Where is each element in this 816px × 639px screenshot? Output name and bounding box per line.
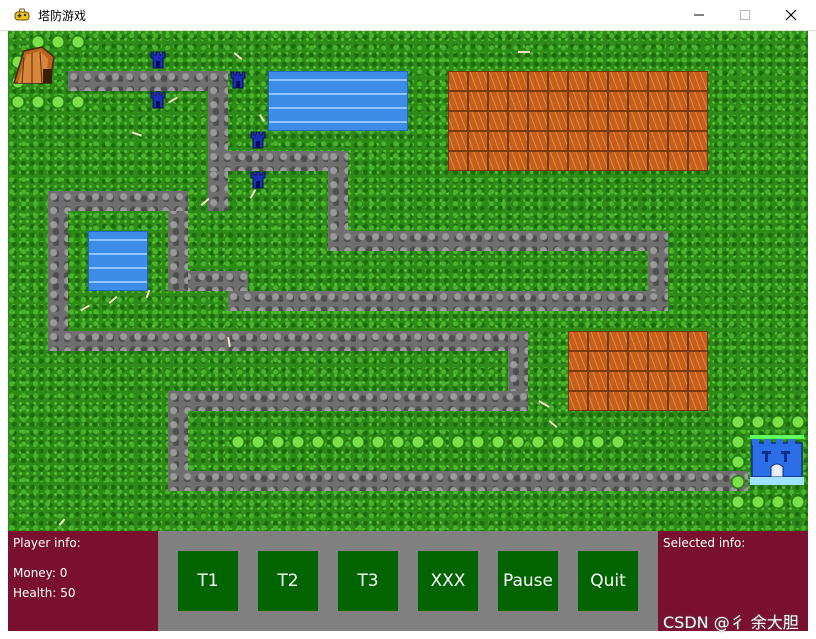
player-info-panel: Player info: Money: 0 Health: 50	[8, 531, 158, 631]
t1-button[interactable]: T1	[178, 551, 238, 611]
t2-button[interactable]: T2	[258, 551, 318, 611]
health-value: Health: 50	[13, 586, 76, 600]
arrow-projectile	[108, 296, 118, 304]
tower-icon[interactable]	[250, 171, 266, 189]
player-info-label: Player info:	[13, 536, 81, 550]
enemy-path	[48, 331, 528, 351]
arrow-projectile	[259, 114, 265, 122]
arrow-projectile	[80, 304, 90, 312]
enemy-path	[48, 191, 188, 211]
selected-info-label: Selected info:	[663, 536, 746, 550]
arrow-projectile	[538, 400, 550, 408]
quit-button[interactable]: Quit	[578, 551, 638, 611]
arrow-projectile	[233, 52, 243, 60]
water-pond	[268, 71, 408, 131]
minimize-button[interactable]	[676, 0, 722, 30]
window-title: 塔防游戏	[38, 9, 87, 23]
game-canvas[interactable]: Player info: Money: 0 Health: 50 T1 T2 T…	[8, 31, 808, 631]
water-pond	[88, 231, 148, 291]
close-icon	[785, 6, 797, 25]
enemy-path	[208, 151, 348, 171]
arrow-projectile	[548, 420, 558, 428]
pause-button[interactable]: Pause	[498, 551, 558, 611]
enemy-path	[48, 191, 68, 351]
enemy-path	[168, 471, 748, 491]
minimize-icon	[693, 6, 705, 25]
hedge-bushes	[228, 431, 628, 451]
tower-icon[interactable]	[150, 51, 166, 69]
hedge-bushes	[728, 491, 808, 511]
maximize-icon	[739, 6, 751, 25]
game-controller-icon	[14, 7, 30, 23]
home-castle-icon	[748, 433, 806, 489]
tower-button-bar: T1 T2 T3 XXX Pause Quit	[158, 531, 658, 631]
arrow-projectile	[145, 289, 151, 299]
arrow-projectile	[131, 131, 143, 137]
enemy-path	[168, 391, 528, 411]
game-map[interactable]	[8, 31, 808, 531]
arrow-projectile	[518, 51, 530, 53]
tower-icon[interactable]	[250, 131, 266, 149]
tower-icon[interactable]	[230, 71, 246, 89]
maximize-button[interactable]	[722, 0, 768, 30]
close-button[interactable]	[768, 0, 814, 30]
arrow-projectile	[168, 96, 178, 104]
arrow-projectile	[58, 518, 66, 526]
farm-field	[448, 71, 708, 171]
enemy-spawn-hut-icon	[10, 45, 56, 85]
watermark-text: CSDN @彳 余大胆	[663, 613, 799, 632]
arrow-projectile	[249, 189, 257, 199]
enemy-path	[208, 71, 228, 211]
enemy-path	[228, 291, 668, 311]
hedge-bushes	[28, 91, 88, 111]
enemy-path	[328, 231, 668, 251]
t3-button[interactable]: T3	[338, 551, 398, 611]
enemy-path	[68, 71, 228, 91]
money-value: Money: 0	[13, 566, 68, 580]
hedge-bushes	[728, 411, 748, 491]
farm-field	[568, 331, 708, 411]
tower-icon[interactable]	[150, 91, 166, 109]
window-titlebar: 塔防游戏	[0, 0, 816, 31]
xxx-button[interactable]: XXX	[418, 551, 478, 611]
